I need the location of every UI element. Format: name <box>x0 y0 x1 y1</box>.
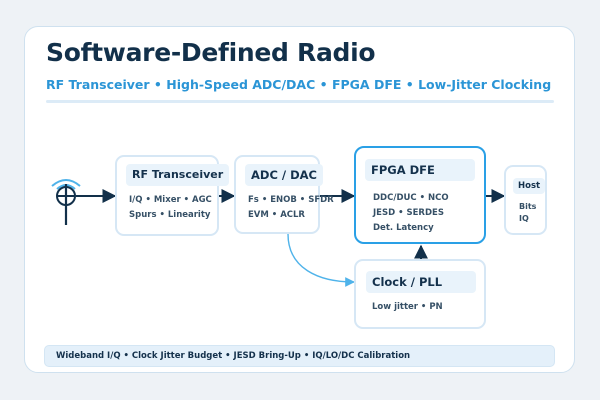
fpga-dfe-block: FPGA DFE DDC/DUC • NCO JESD • SERDES Det… <box>354 146 486 244</box>
adc-dac-label: ADC / DAC <box>245 164 323 186</box>
adc-dac-detail-1: Fs • ENOB • SFDR <box>248 195 334 205</box>
host-label: Host <box>513 178 546 194</box>
fpga-dfe-detail-2: JESD • SERDES <box>373 208 444 218</box>
fpga-dfe-detail-3: Det. Latency <box>373 223 434 233</box>
rf-transceiver-label: RF Transceiver <box>126 164 230 186</box>
clock-pll-label: Clock / PLL <box>366 271 476 293</box>
adc-dac-block: ADC / DAC Fs • ENOB • SFDR EVM • ACLR <box>234 155 334 234</box>
host-detail-1: Bits <box>519 202 537 211</box>
fpga-dfe-label: FPGA DFE <box>365 159 475 181</box>
host-detail-2: IQ <box>519 214 529 223</box>
footer-banner: Wideband I/Q • Clock Jitter Budget • JES… <box>44 345 555 367</box>
antenna-icon <box>51 179 81 225</box>
rf-transceiver-detail-2: Spurs • Linearity <box>129 210 211 220</box>
arrow-adc-to-clock <box>287 233 355 287</box>
adc-dac-detail-2: EVM • ACLR <box>248 210 305 220</box>
fpga-dfe-detail-1: DDC/DUC • NCO <box>373 193 449 203</box>
rf-transceiver-block: RF Transceiver I/Q • Mixer • AGC Spurs •… <box>115 155 230 236</box>
clock-pll-detail-1: Low jitter • PN <box>372 302 443 312</box>
clock-pll-block: Clock / PLL Low jitter • PN <box>354 259 486 329</box>
host-block: Host Bits IQ <box>504 165 547 235</box>
rf-transceiver-detail-1: I/Q • Mixer • AGC <box>129 195 212 205</box>
